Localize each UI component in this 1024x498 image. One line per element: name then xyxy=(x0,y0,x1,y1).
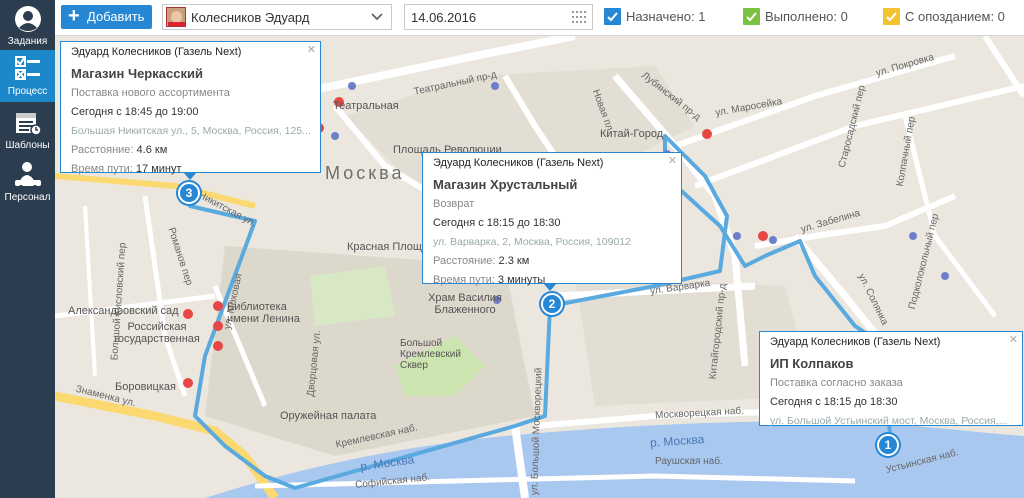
status-late[interactable]: С опозданием: 0 xyxy=(883,8,1005,26)
sidebar-item-tasks[interactable]: Задания xyxy=(0,0,55,52)
card-type: Поставка согласно заказа xyxy=(770,377,903,389)
card-title: ИП Колпаков xyxy=(770,356,854,371)
sidebar-item-process[interactable]: Процесс xyxy=(0,50,55,102)
sidebar-item-label: Шаблоны xyxy=(5,140,50,151)
map-label-metro: Театральная xyxy=(333,100,399,112)
add-button[interactable]: + Добавить xyxy=(61,5,152,29)
status-done-label: Выполнено: 0 xyxy=(765,9,848,24)
map-label-poi: Российская государственная xyxy=(114,321,200,345)
checkbox-checked-icon xyxy=(604,8,621,25)
card-driver: Эдуард Колесников (Газель Next) xyxy=(433,157,604,169)
card-driver: Эдуард Колесников (Газель Next) xyxy=(770,336,941,348)
map-label-metro: Библиотека имени Ленина xyxy=(227,301,300,325)
map-label-poi: Храм Василия Блаженного xyxy=(428,292,502,316)
sidebar-item-templates[interactable]: Шаблоны xyxy=(0,104,55,156)
sidebar-item-label: Процесс xyxy=(7,86,48,97)
toolbar: + Добавить Колесников Эдуард 14.06.2016 … xyxy=(55,0,1024,36)
user-circle-icon xyxy=(14,6,41,32)
close-icon[interactable]: ✕ xyxy=(1009,333,1018,346)
map-label-city: Москва xyxy=(325,163,405,183)
person-car-icon xyxy=(14,162,41,189)
add-button-label: Добавить xyxy=(87,9,145,24)
card-address: Большая Никитская ул., 5, Москва, Россия… xyxy=(71,125,311,137)
map-label-park: Большой Кремлевский Сквер xyxy=(400,338,461,371)
card-distance: Расстояние: 4.6 км xyxy=(71,144,168,156)
status-assigned[interactable]: Назначено: 1 xyxy=(604,8,705,26)
status-done[interactable]: Выполнено: 0 xyxy=(743,8,848,26)
card-time: Сегодня с 18:15 до 18:30 xyxy=(433,217,561,229)
close-icon[interactable]: ✕ xyxy=(668,154,677,167)
card-title: Магазин Черкасский xyxy=(71,66,203,81)
calendar-grid-icon[interactable] xyxy=(572,11,586,23)
card-driver: Эдуард Колесников (Газель Next) xyxy=(71,46,242,58)
map-label-street: Раушская наб. xyxy=(655,456,723,467)
card-time: Сегодня с 18:15 до 18:30 xyxy=(770,396,898,408)
sidebar-item-staff[interactable]: Персонал xyxy=(0,156,55,208)
card-address: ул. Большой Устьинский мост, Москва, Рос… xyxy=(770,415,1008,427)
driver-name: Колесников Эдуард xyxy=(191,10,310,25)
driver-select[interactable]: Колесников Эдуард xyxy=(162,4,392,30)
plus-icon: + xyxy=(68,5,80,27)
card-type: Возврат xyxy=(433,198,475,210)
avatar xyxy=(166,7,186,27)
status-assigned-label: Назначено: 1 xyxy=(626,9,706,24)
date-value: 14.06.2016 xyxy=(411,10,477,25)
card-title: Магазин Хрустальный xyxy=(433,177,578,192)
checkbox-checked-icon xyxy=(743,8,760,25)
checkbox-checked-icon xyxy=(883,8,900,25)
route-stop-pin-3[interactable]: 3 xyxy=(178,182,200,204)
checklist-icon xyxy=(14,56,40,80)
status-late-label: С опозданием: 0 xyxy=(905,9,1005,24)
route-stop-pin-2[interactable]: 2 xyxy=(541,293,563,315)
calendar-list-icon xyxy=(15,113,42,136)
stop-info-card-1: Эдуард Колесников (Газель Next) ✕ ИП Кол… xyxy=(759,331,1023,427)
map-label-poi: Оружейная палата xyxy=(280,410,377,422)
card-distance: Расстояние: 2.3 км xyxy=(433,255,530,267)
chevron-down-icon xyxy=(371,13,383,21)
card-time: Сегодня с 18:45 до 19:00 xyxy=(71,106,199,118)
stop-info-card-2: Эдуард Колесников (Газель Next) ✕ Магази… xyxy=(422,152,682,291)
card-address: ул. Варварка, 2, Москва, Россия, 109012 xyxy=(433,236,631,248)
route-stop-pin-1[interactable]: 1 xyxy=(877,434,899,456)
sidebar: Задания Процесс Шаблоны Персонал xyxy=(0,0,55,498)
date-field[interactable]: 14.06.2016 xyxy=(404,4,593,30)
stop-info-card-3: Эдуард Колесников (Газель Next) ✕ Магази… xyxy=(60,41,321,180)
sidebar-item-label: Персонал xyxy=(4,192,51,203)
close-icon[interactable]: ✕ xyxy=(307,43,316,56)
card-type: Поставка нового ассортимента xyxy=(71,87,230,99)
map[interactable]: Москва Театральный пр-д Театральная Площ… xyxy=(55,36,1024,498)
sidebar-item-label: Задания xyxy=(7,36,48,47)
map-label-metro: Боровицкая xyxy=(115,381,176,393)
